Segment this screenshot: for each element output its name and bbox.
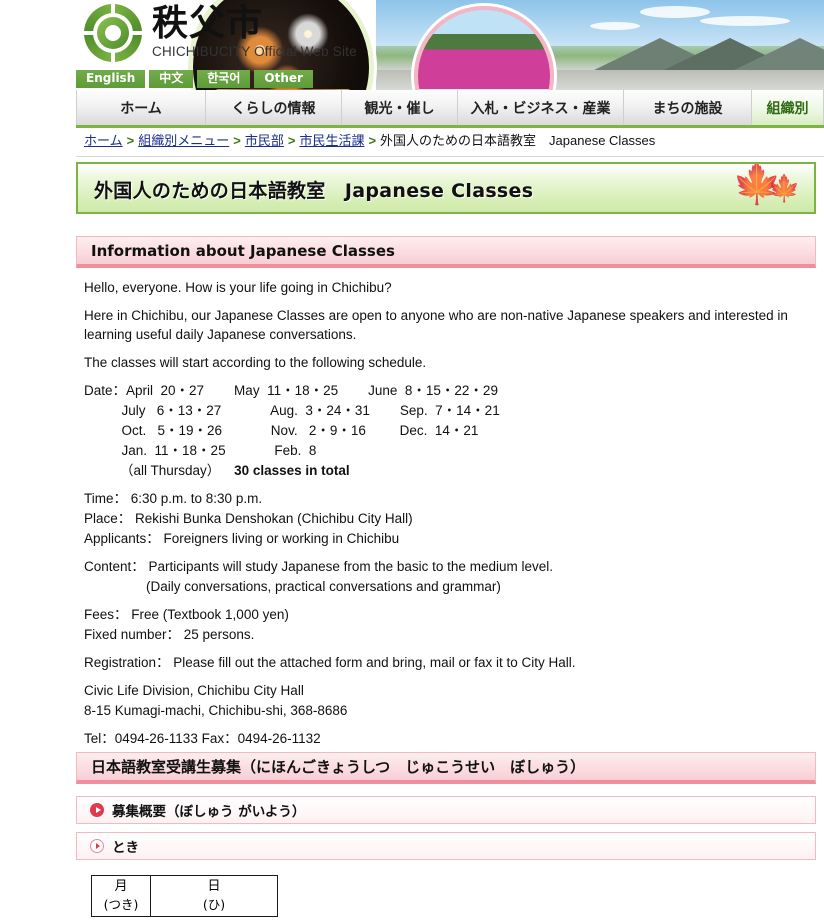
maple-leaf-decoration: 🍁 🍁 [732,164,806,212]
lang-button-other[interactable]: Other [254,70,313,88]
accordion-row-when-label: とき [112,840,139,856]
open-arrow-icon [90,839,104,853]
nav-item-city-facilities[interactable]: まちの施設 [624,90,752,125]
schedule-row-4: Jan. 11・18・25 Feb. 8 [84,443,317,458]
schedule-footnote-total: 30 classes in total [234,463,350,478]
solid-arrow-icon [90,803,104,817]
table-header-day: 日 (ひ) [150,875,278,917]
logo-subtitle-en: CHICHIBUCITY Official Web Site [152,44,357,59]
schedule-footnote-weekday: （all Thursday） [120,463,221,478]
nav-item-by-department[interactable]: 組織別 [752,90,824,125]
breadcrumb-link-citizens-dept[interactable]: 市民部 [245,133,284,148]
table-header-month: 月 (つき) [91,875,151,917]
address-text: 8-15 Kumagi-machi, Chichibu-shi, 368-868… [84,703,348,718]
greeting-text: Hello, everyone. How is your life going … [84,280,392,295]
chichibu-city-emblem-icon [84,4,142,62]
section-header-japanese-recruitment-label: 日本語教室受講生募集（にほんごきょうしつ じゅこうせい ぼしゅう） [91,758,586,776]
place-text: Place： Rekishi Bunka Denshokan (Chichibu… [84,511,413,526]
global-navigation: ホーム くらしの情報 観光・催し 入札・ビジネス・産業 まちの施設 組織別 [76,90,824,128]
lang-button-korean[interactable]: 한국어 [197,70,251,88]
table-row: 月 (つき) 日 (ひ) [91,875,278,917]
breadcrumb-link-department-menu[interactable]: 組織別メニュー [138,133,229,148]
section-header-information-label: Information about Japanese Classes [91,241,395,260]
page-title-banner: 🍁 🍁 外国人のための日本語教室 Japanese Classes [76,162,816,214]
time-text: Time： 6:30 p.m. to 8:30 p.m. [84,491,263,506]
breadcrumb-separator: > [126,133,135,148]
schedule-lead-text: The classes will start according to the … [84,355,427,370]
breadcrumb: ホーム > 組織別メニュー > 市民部 > 市民生活課 > 外国人のための日本語教室 Japan… [84,132,824,150]
site-logo[interactable]: 秩父市 CHICHIBUCITY Official Web Site [84,4,357,62]
schedule-row-1: Date：April 20・27 May 11・18・25 June 8・15・… [84,383,498,398]
table-header-month-kana: (つき) [103,897,139,912]
registration-text: Registration： Please fill out the attach… [84,655,576,670]
breadcrumb-link-home[interactable]: ホーム [84,133,123,148]
breadcrumb-current: 外国人のための日本語教室 Japanese Classes [380,133,656,148]
section-header-information: Information about Japanese Classes [76,236,816,268]
accordion-row-overview-label: 募集概要（ぼしゅう がいよう） [112,804,306,820]
schedule-table: 月 (つき) 日 (ひ) [91,875,278,917]
breadcrumb-link-civic-life-div[interactable]: 市民生活課 [299,133,364,148]
accordion-row-when[interactable]: とき [76,832,816,860]
intro-text: Here in Chichibu, our Japanese Classes a… [84,308,788,342]
accordion-row-overview[interactable]: 募集概要（ぼしゅう がいよう） [76,796,816,824]
content-line-1: Content： Participants will study Japanes… [84,559,553,574]
table-header-day-kanji: 日 [207,879,221,894]
table-header-day-kana: (ひ) [202,897,226,912]
schedule-footnote: （all Thursday） 30 classes in total [84,461,816,480]
lang-button-chinese[interactable]: 中文 [149,70,194,88]
nav-item-tourism-events[interactable]: 観光・催し [342,90,458,125]
nav-item-bidding-business-industry[interactable]: 入札・ビジネス・産業 [458,90,624,125]
fees-text: Fees： Free (Textbook 1,000 yen) [84,607,289,622]
applicants-text: Applicants： Foreigners living or working… [84,531,400,546]
table-header-month-kanji: 月 [114,879,128,894]
breadcrumb-divider [76,156,824,157]
content-line-2: (Daily conversations, practical conversa… [146,579,501,594]
page-title: 外国人のための日本語教室 Japanese Classes [94,180,534,202]
division-text: Civic Life Division, Chichibu City Hall [84,683,304,698]
page-root: 秩父市 CHICHIBUCITY Official Web Site Engli… [0,0,824,924]
lang-button-english[interactable]: English [76,70,146,88]
fixed-number-text: Fixed number： 25 persons. [84,627,255,642]
language-switcher: English 中文 한국어 Other [76,70,313,88]
nav-item-living-info[interactable]: くらしの情報 [206,90,342,125]
breadcrumb-separator: > [233,133,241,148]
logo-title-jp: 秩父市 [152,3,264,44]
contact-text: Tel：0494-26-1133 Fax：0494-26-1132 [84,731,321,746]
schedule-row-2: July 6・13・27 Aug. 3・24・31 Sep. 7・14・21 [84,403,500,418]
section-header-japanese-recruitment: 日本語教室受講生募集（にほんごきょうしつ じゅこうせい ぼしゅう） [76,752,816,784]
maple-leaf-icon: 🍁 [768,174,801,204]
breadcrumb-separator: > [368,133,377,148]
breadcrumb-separator: > [287,133,296,148]
schedule-row-3: Oct. 5・19・26 Nov. 2・9・16 Dec. 14・21 [84,423,479,438]
main-content: Hello, everyone. How is your life going … [84,278,816,757]
nav-item-home[interactable]: ホーム [76,90,206,125]
